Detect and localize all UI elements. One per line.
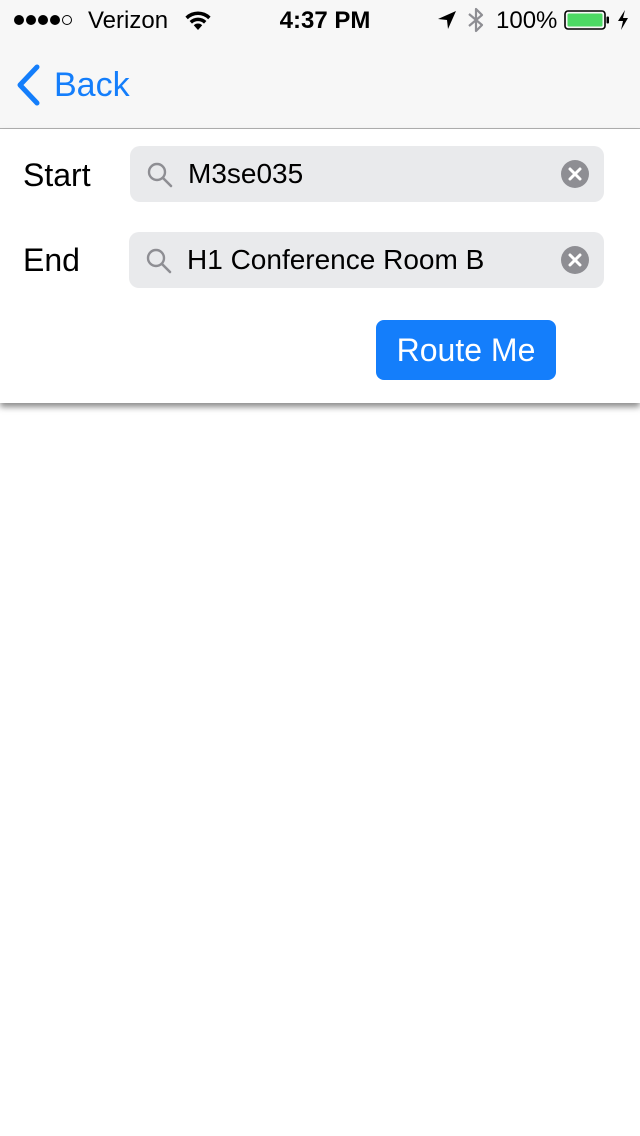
start-search-field[interactable]: M3se035 xyxy=(130,146,604,202)
clear-text-icon[interactable] xyxy=(561,246,589,274)
end-search-value: H1 Conference Room B xyxy=(187,244,485,275)
end-label: End xyxy=(23,242,80,278)
start-search-value: M3se035 xyxy=(188,158,304,189)
bluetooth-icon xyxy=(468,7,484,33)
search-icon xyxy=(147,162,173,188)
route-me-button[interactable]: Route Me xyxy=(376,320,556,380)
search-icon xyxy=(146,248,172,274)
navigation-bar: Back xyxy=(0,40,640,129)
route-form: Start M3se035 End H1 Conference Room B R… xyxy=(0,129,640,403)
screen: Verizon 4:37 PM 100% Back Start M3se035 … xyxy=(0,0,640,1136)
battery-icon xyxy=(564,10,609,30)
start-label: Start xyxy=(23,157,91,193)
back-button[interactable]: Back xyxy=(14,62,130,108)
clear-text-icon[interactable] xyxy=(561,160,589,188)
back-button-label: Back xyxy=(54,66,130,104)
charging-bolt-icon xyxy=(618,10,628,30)
status-bar: Verizon 4:37 PM 100% xyxy=(0,0,640,40)
location-arrow-icon xyxy=(438,11,456,29)
battery-percentage: 100% xyxy=(496,7,558,34)
end-search-field[interactable]: H1 Conference Room B xyxy=(129,232,604,288)
chevron-left-icon xyxy=(17,64,40,106)
